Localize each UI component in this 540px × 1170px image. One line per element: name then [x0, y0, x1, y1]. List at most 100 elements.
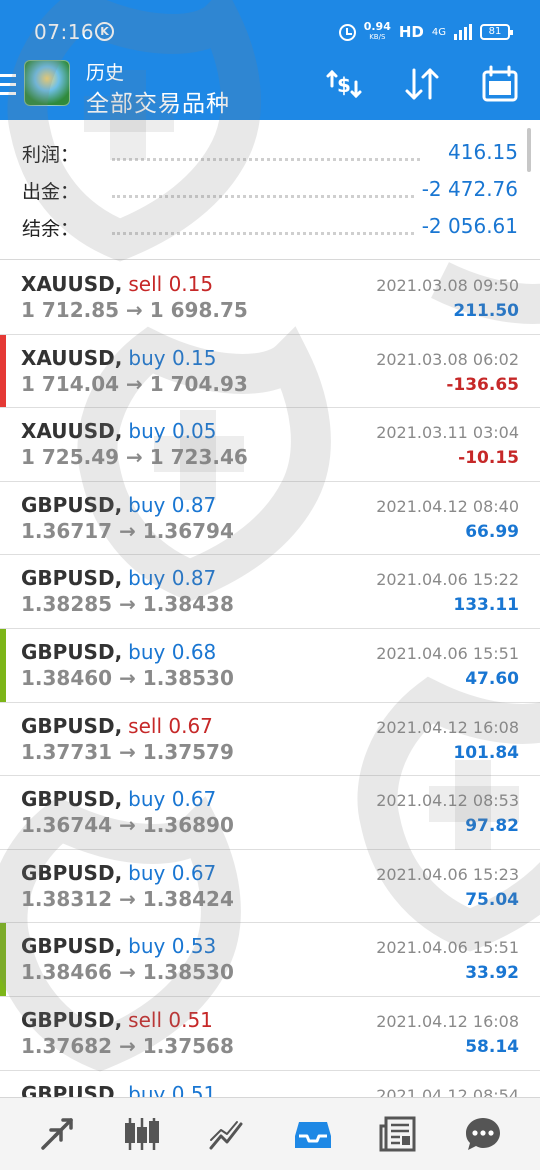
nav-news[interactable] — [366, 1106, 430, 1162]
trade-side: sell 0.67 — [128, 714, 213, 738]
trade-row[interactable]: XAUUSD, buy 0.05 1 725.49 → 1 723.46 2021.0… — [0, 408, 540, 482]
trade-history-list[interactable]: XAUUSD, sell 0.15 1 712.85 → 1 698.75 2021.… — [0, 261, 540, 1097]
trade-volume: 0.05 — [171, 419, 217, 444]
trade-symbol: GBPUSD, — [21, 492, 123, 517]
nav-trade[interactable] — [25, 1106, 89, 1162]
trade-volume: 0.51 — [168, 1007, 213, 1032]
trade-title: XAUUSD, buy 0.15 — [21, 346, 216, 370]
status-time: 07:16 — [34, 20, 95, 44]
trade-volume: 0.87 — [171, 492, 217, 517]
trade-symbol: XAUUSD, — [21, 419, 123, 444]
trade-prices: 1.36744 → 1.36890 — [21, 813, 234, 837]
trade-profit: 97.82 — [465, 816, 519, 837]
app-logo[interactable] — [24, 60, 70, 106]
trade-profit: 75.04 — [465, 889, 519, 910]
trade-time: 2021.04.12 08:40 — [376, 496, 519, 516]
trade-row[interactable]: GBPUSD, buy 0.87 1.36717 → 1.36794 2021.04.… — [0, 481, 540, 556]
trade-title: GBPUSD, buy 0.67 — [21, 861, 216, 885]
arrow-icon: → — [119, 592, 136, 617]
svg-text:$: $ — [337, 73, 351, 97]
k-badge-icon: K — [95, 22, 114, 41]
trade-row[interactable]: GBPUSD, buy 0.87 1.38285 → 1.38438 2021.04.… — [0, 555, 540, 629]
calendar-icon[interactable] — [478, 62, 522, 106]
nav-history[interactable] — [281, 1106, 345, 1162]
close-price: 1 704.93 — [149, 371, 248, 396]
trade-side: buy 0.67 — [128, 861, 216, 885]
currency-exchange-icon[interactable]: $ — [322, 62, 366, 106]
trade-marker — [0, 923, 6, 996]
trade-row[interactable]: XAUUSD, buy 0.15 1 714.04 → 1 704.93 2021.0… — [0, 334, 540, 409]
trade-icon — [40, 1118, 73, 1150]
signal-icon — [454, 24, 472, 40]
trade-side: sell 0.15 — [128, 272, 213, 296]
trade-prices: 1.37682 → 1.37568 — [21, 1034, 234, 1058]
trade-profit: 101.84 — [453, 742, 519, 763]
trade-row[interactable]: GBPUSD, sell 0.51 1.37682 → 1.37568 2021.04… — [0, 996, 540, 1071]
nav-chat[interactable] — [451, 1106, 515, 1162]
trade-time: 2021.03.08 09:50 — [376, 276, 519, 295]
trade-row[interactable]: GBPUSD, buy 0.51 2021.04.12 08:54 — [0, 1070, 540, 1097]
open-price: 1.38466 — [21, 960, 113, 985]
trade-marker — [0, 1071, 6, 1097]
trade-side: buy 0.67 — [128, 787, 216, 811]
trade-prices: 1.38466 → 1.38530 — [21, 960, 234, 984]
trade-row[interactable]: GBPUSD, buy 0.67 1.36744 → 1.36890 2021.04.… — [0, 776, 540, 850]
trade-marker — [0, 555, 6, 628]
close-price: 1.38530 — [142, 665, 234, 690]
app-header: 07:16 K 0.94 KB/S HD 4G 81 历史 全部交易品种 $ — [0, 0, 540, 120]
trade-side: buy 0.68 — [128, 640, 216, 664]
trade-side: buy 0.15 — [128, 346, 216, 370]
close-price: 1 723.46 — [149, 445, 248, 470]
trade-volume: 0.87 — [171, 566, 217, 591]
withdrawal-label: 出金： — [22, 181, 80, 203]
trade-prices: 1 725.49 → 1 723.46 — [21, 445, 248, 469]
trade-row[interactable]: XAUUSD, sell 0.15 1 712.85 → 1 698.75 2021.… — [0, 261, 540, 335]
trade-title: GBPUSD, sell 0.51 — [21, 1008, 213, 1032]
trade-prices: 1.38312 → 1.38424 — [21, 887, 234, 911]
trade-direction: sell — [128, 272, 163, 296]
trade-time: 2021.04.12 08:53 — [376, 791, 519, 811]
trade-symbol: GBPUSD, — [21, 934, 123, 959]
arrow-icon: → — [119, 960, 136, 985]
trade-row[interactable]: GBPUSD, sell 0.67 1.37731 → 1.37579 2021.04… — [0, 702, 540, 777]
summary-row-withdrawal: 出金： -2 472.76 — [0, 171, 540, 207]
trade-time: 2021.04.06 15:23 — [376, 864, 519, 884]
trade-direction: buy — [128, 934, 166, 959]
trade-time: 2021.03.08 06:02 — [376, 349, 519, 369]
open-price: 1.37682 — [21, 1033, 113, 1058]
balance-label: 结余： — [22, 218, 80, 240]
trade-profit: 47.60 — [465, 668, 519, 689]
trade-title: GBPUSD, buy 0.53 — [21, 934, 216, 958]
menu-icon[interactable] — [0, 74, 16, 96]
trade-marker — [0, 482, 6, 555]
network-speed: 0.94 KB/S — [364, 21, 391, 42]
open-price: 1.38285 — [21, 592, 113, 617]
trade-title: XAUUSD, buy 0.05 — [21, 419, 216, 443]
nav-chart[interactable] — [110, 1106, 174, 1162]
trade-profit: -10.15 — [458, 448, 519, 469]
trade-title: GBPUSD, buy 0.87 — [21, 493, 216, 517]
close-price: 1.36794 — [142, 518, 234, 543]
trade-symbol: XAUUSD, — [21, 272, 123, 296]
trade-side: sell 0.51 — [128, 1008, 213, 1032]
page-title[interactable]: 全部交易品种 — [86, 84, 230, 118]
trade-volume: 0.67 — [168, 713, 213, 738]
trade-row[interactable]: GBPUSD, buy 0.53 1.38466 → 1.38530 2021.04.… — [0, 923, 540, 997]
trade-marker — [0, 703, 6, 776]
trade-direction: buy — [128, 492, 166, 517]
dotted-leader — [112, 158, 420, 161]
history-inbox-icon — [294, 1122, 331, 1148]
nav-trend[interactable] — [195, 1106, 259, 1162]
sort-icon[interactable] — [400, 62, 444, 106]
battery-icon: 81 — [480, 24, 513, 40]
trade-symbol: GBPUSD, — [21, 787, 123, 812]
scrollbar[interactable] — [527, 128, 531, 172]
open-price: 1.36744 — [21, 813, 113, 838]
open-price: 1.36717 — [21, 518, 113, 543]
trade-title: GBPUSD, buy 0.68 — [21, 640, 216, 664]
trade-direction: buy — [128, 860, 166, 885]
trade-profit: -136.65 — [446, 374, 519, 395]
trade-row[interactable]: GBPUSD, buy 0.68 1.38460 → 1.38530 2021.04.… — [0, 628, 540, 703]
trade-row[interactable]: GBPUSD, buy 0.67 1.38312 → 1.38424 2021.04.… — [0, 849, 540, 924]
trade-prices: 1.38460 → 1.38530 — [21, 666, 234, 690]
